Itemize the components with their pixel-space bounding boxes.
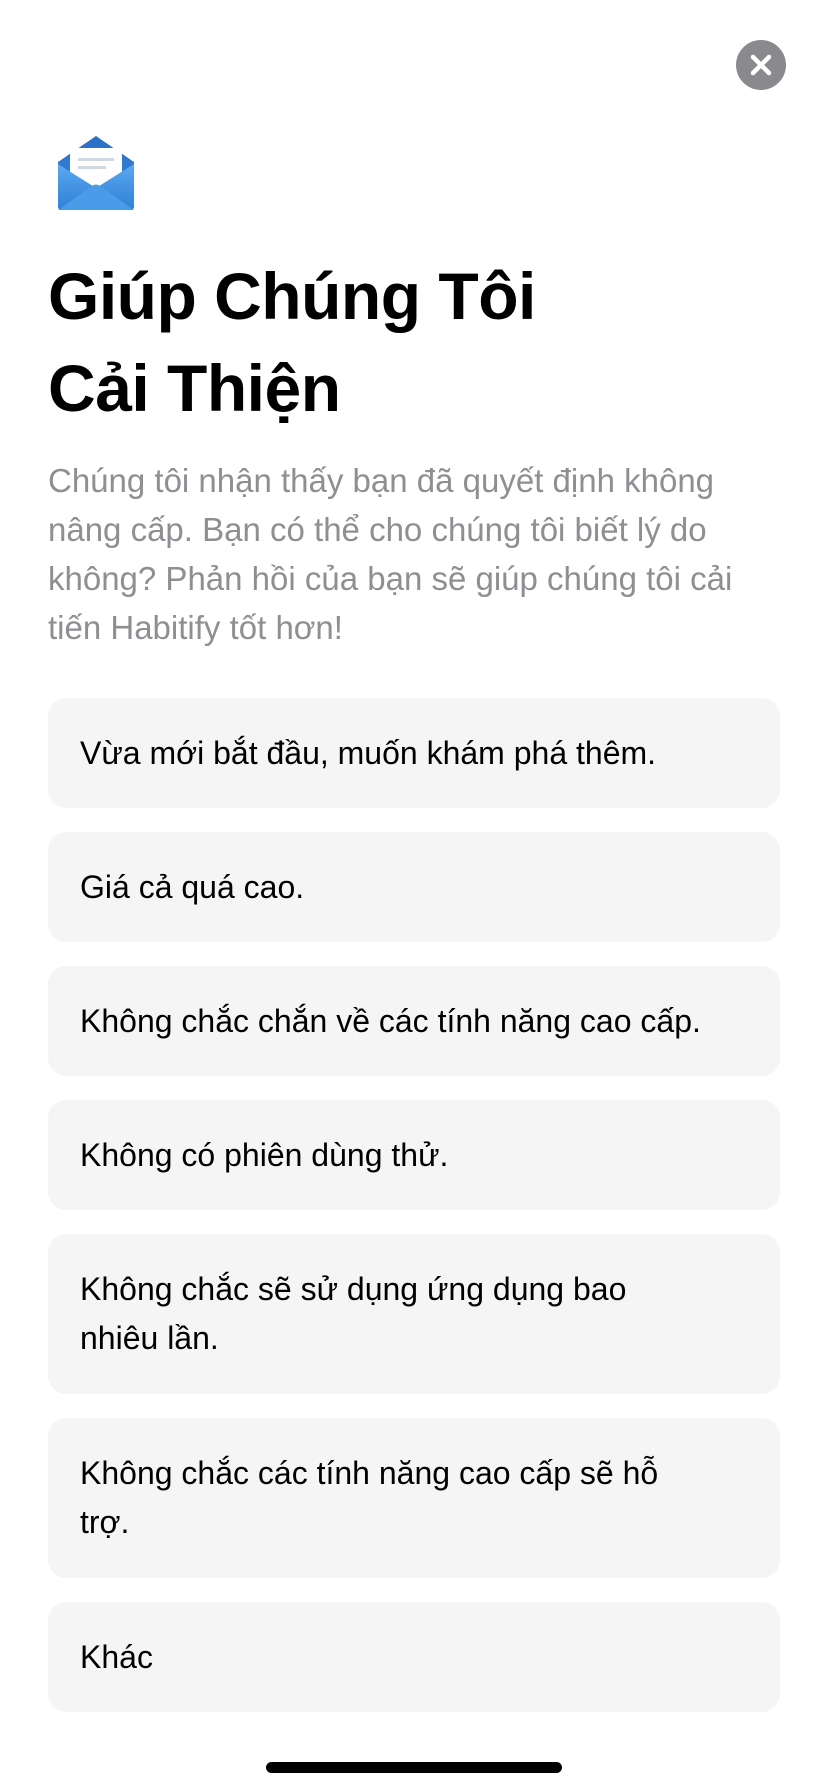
page-title-line-2: Cải Thiện (48, 351, 341, 425)
feedback-option-label: Khác (80, 1638, 153, 1675)
feedback-option-label: Không có phiên dùng thử. (80, 1136, 449, 1173)
close-button[interactable] (736, 40, 786, 90)
feedback-option-label: Giá cả quá cao. (80, 868, 305, 905)
close-icon (750, 54, 772, 76)
feedback-options-list: Vừa mới bắt đầu, muốn khám phá thêm. Giá… (48, 698, 780, 1712)
feedback-option-label: Không chắc chắn về các tính năng cao cấp… (80, 1002, 701, 1039)
home-indicator (266, 1762, 562, 1773)
feedback-option-unsure-premium-features[interactable]: Không chắc chắn về các tính năng cao cấp… (48, 966, 780, 1076)
page-description: Chúng tôi nhận thấy bạn đã quyết định kh… (48, 462, 733, 646)
feedback-option-unsure-premium-help[interactable]: Không chắc các tính năng cao cấp sẽ hỗ t… (48, 1418, 780, 1578)
feedback-option-price-too-high[interactable]: Giá cả quá cao. (48, 832, 780, 942)
page-title-line-1: Giúp Chúng Tôi (48, 259, 536, 333)
feedback-option-no-trial[interactable]: Không có phiên dùng thử. (48, 1100, 780, 1210)
feedback-option-label: Vừa mới bắt đầu, muốn khám phá thêm. (80, 734, 657, 771)
feedback-option-label: Không chắc các tính năng cao cấp sẽ hỗ t… (80, 1455, 659, 1540)
feedback-option-other[interactable]: Khác (48, 1602, 780, 1712)
feedback-option-just-started[interactable]: Vừa mới bắt đầu, muốn khám phá thêm. (48, 698, 780, 808)
page-title: Giúp Chúng Tôi Cải Thiện (48, 250, 748, 434)
envelope-open-icon (58, 136, 134, 210)
feedback-option-label: Không chắc sẽ sử dụng ứng dụng bao nhiêu… (80, 1271, 627, 1356)
feedback-option-unsure-usage-frequency[interactable]: Không chắc sẽ sử dụng ứng dụng bao nhiêu… (48, 1234, 780, 1394)
